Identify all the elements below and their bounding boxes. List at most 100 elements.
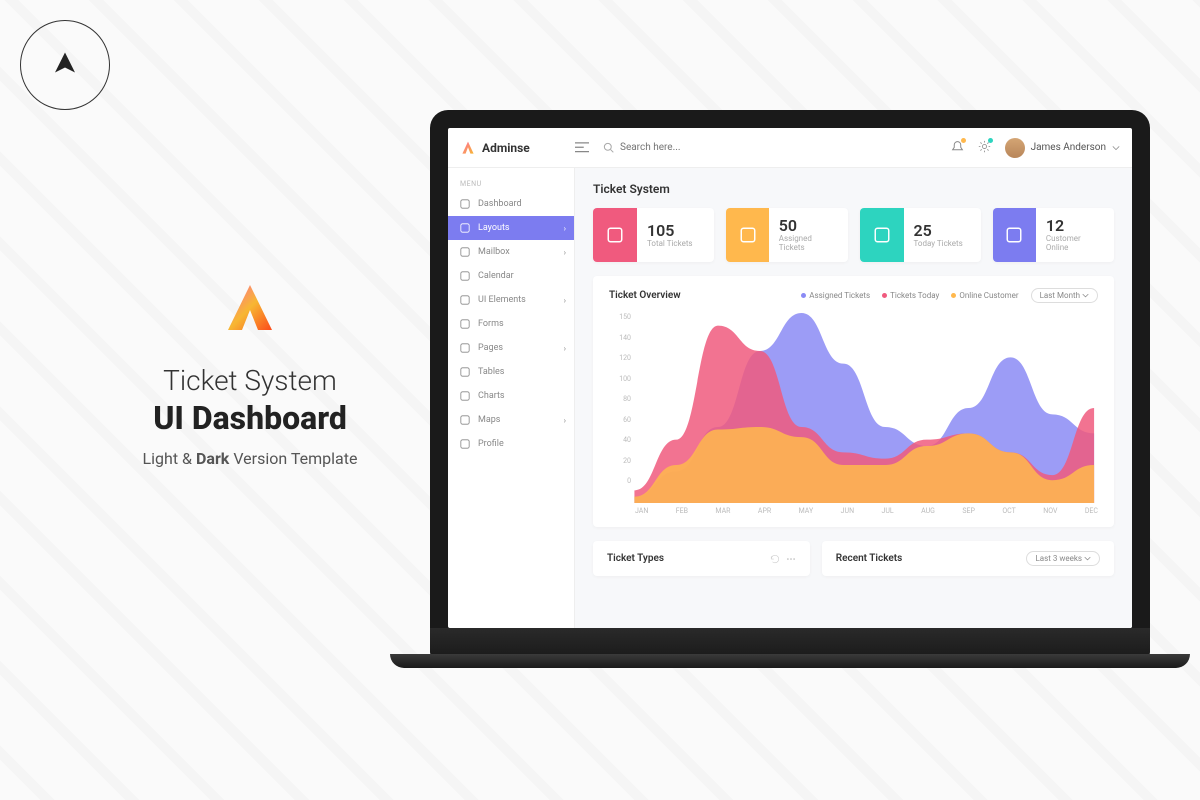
y-tick-label: 140 [609, 334, 631, 342]
sidebar-item-label: Layouts [478, 223, 510, 233]
sidebar-item-tables[interactable]: Tables [448, 360, 574, 384]
sidebar-item-label: Dashboard [478, 199, 522, 209]
sidebar-item-label: Charts [478, 391, 505, 401]
search-icon [603, 142, 614, 153]
ticket-types-card: Ticket Types [593, 541, 810, 576]
y-tick-label: 40 [609, 436, 631, 444]
search-wrap [603, 142, 951, 153]
search-input[interactable] [620, 142, 760, 153]
sidebar-item-pages[interactable]: Pages › [448, 336, 574, 360]
tag-icon [606, 226, 624, 244]
legend-item: Tickets Today [882, 291, 939, 300]
table-icon [460, 367, 470, 377]
legend-item: Online Customer [951, 291, 1018, 300]
sidebar-item-profile[interactable]: Profile [448, 432, 574, 456]
stat-value: 50 [779, 218, 838, 234]
mail-icon [460, 247, 470, 257]
x-tick-label: JUL [882, 507, 894, 515]
sidebar-item-label: Maps [478, 415, 500, 425]
sidebar-item-label: UI Elements [478, 295, 526, 305]
x-tick-label: FEB [676, 507, 688, 515]
pages-icon [460, 343, 470, 353]
y-tick-label: 20 [609, 457, 631, 465]
recent-range-dropdown[interactable]: Last 3 weeks [1026, 551, 1100, 566]
sidebar-item-charts[interactable]: Charts [448, 384, 574, 408]
app-header: Adminse [448, 128, 1132, 168]
sidebar-item-dashboard[interactable]: Dashboard [448, 192, 574, 216]
more-icon[interactable] [786, 554, 796, 564]
stat-label: Customer Online [1046, 234, 1104, 252]
sidebar-item-label: Forms [478, 319, 504, 329]
chart-range-dropdown[interactable]: Last Month [1031, 288, 1098, 303]
menu-toggle-icon[interactable] [575, 142, 589, 153]
promo-logo-icon [220, 280, 280, 340]
stat-label: Assigned Tickets [779, 234, 838, 252]
x-tick-label: AUG [921, 507, 935, 515]
stat-card-total-tickets[interactable]: 105Total Tickets [593, 208, 714, 262]
main-content: Ticket System 105Total Tickets50Assigned… [575, 168, 1132, 628]
sidebar-item-calendar[interactable]: Calendar [448, 264, 574, 288]
sidebar-item-maps[interactable]: Maps › [448, 408, 574, 432]
y-tick-label: 80 [609, 395, 631, 403]
stat-card-assigned-tickets[interactable]: 50Assigned Tickets [726, 208, 847, 262]
sidebar-item-ui-elements[interactable]: UI Elements› [448, 288, 574, 312]
promo-panel: Ticket System UI Dashboard Light & Dark … [110, 280, 390, 468]
chart-card: Ticket Overview Assigned TicketsTickets … [593, 276, 1114, 527]
sidebar-item-mailbox[interactable]: Mailbox › [448, 240, 574, 264]
settings-button[interactable] [978, 140, 991, 156]
calendar-icon [460, 271, 470, 281]
y-tick-label: 150 [609, 313, 631, 321]
ticket-types-title: Ticket Types [607, 553, 664, 564]
chevron-down-icon [1112, 144, 1120, 152]
x-tick-label: JAN [635, 507, 648, 515]
y-tick-label: 0 [609, 477, 631, 485]
area-chart [609, 313, 1098, 503]
user-menu[interactable]: James Anderson [1005, 138, 1120, 158]
sidebar-item-label: Pages [478, 343, 503, 353]
laptop-mockup: Adminse [430, 110, 1150, 658]
globe-icon [460, 223, 470, 233]
stat-value: 25 [914, 223, 963, 239]
map-icon [460, 415, 470, 425]
sidebar-item-label: Mailbox [478, 247, 510, 257]
sidebar: MENU Dashboard Layouts › Mailbox › Calendar UI… [448, 168, 575, 628]
recent-tickets-title: Recent Tickets [836, 553, 903, 564]
sidebar-item-label: Tables [478, 367, 504, 377]
sidebar-item-label: Profile [478, 439, 504, 449]
y-tick-label: 120 [609, 354, 631, 362]
legend-item: Assigned Tickets [801, 291, 870, 300]
notifications-button[interactable] [951, 140, 964, 156]
page-title: Ticket System [593, 182, 1114, 196]
x-tick-label: MAR [715, 507, 730, 515]
sidebar-heading: MENU [448, 176, 574, 192]
chevron-right-icon: › [564, 344, 566, 353]
sidebar-item-layouts[interactable]: Layouts › [448, 216, 574, 240]
y-tick-label: 60 [609, 416, 631, 424]
app-name: Adminse [482, 141, 530, 155]
stat-card-customer-online[interactable]: 12Customer Online [993, 208, 1114, 262]
chevron-right-icon: › [564, 416, 566, 425]
stat-value: 12 [1046, 218, 1104, 234]
app-logo[interactable]: Adminse [460, 140, 575, 156]
chevron-right-icon: › [564, 224, 566, 233]
stat-label: Total Tickets [647, 239, 693, 248]
promo-title-1: Ticket System [110, 364, 390, 397]
app-logo-icon [460, 140, 476, 156]
x-tick-label: DEC [1085, 507, 1098, 515]
user-icon [460, 439, 470, 449]
user-name-label: James Anderson [1031, 142, 1106, 153]
sidebar-item-label: Calendar [478, 271, 514, 281]
sidebar-item-forms[interactable]: Forms [448, 312, 574, 336]
x-tick-label: SEP [962, 507, 975, 515]
brand-badge [20, 20, 110, 110]
chevron-down-icon [1082, 293, 1089, 298]
x-tick-label: OCT [1002, 507, 1015, 515]
chevron-down-icon [1084, 556, 1091, 561]
stat-label: Today Tickets [914, 239, 963, 248]
x-tick-label: NOV [1043, 507, 1057, 515]
hourglass-icon [873, 226, 891, 244]
refresh-icon[interactable] [770, 554, 780, 564]
chevron-right-icon: › [564, 248, 566, 257]
stat-value: 105 [647, 223, 693, 239]
stat-card-today-tickets[interactable]: 25Today Tickets [860, 208, 981, 262]
